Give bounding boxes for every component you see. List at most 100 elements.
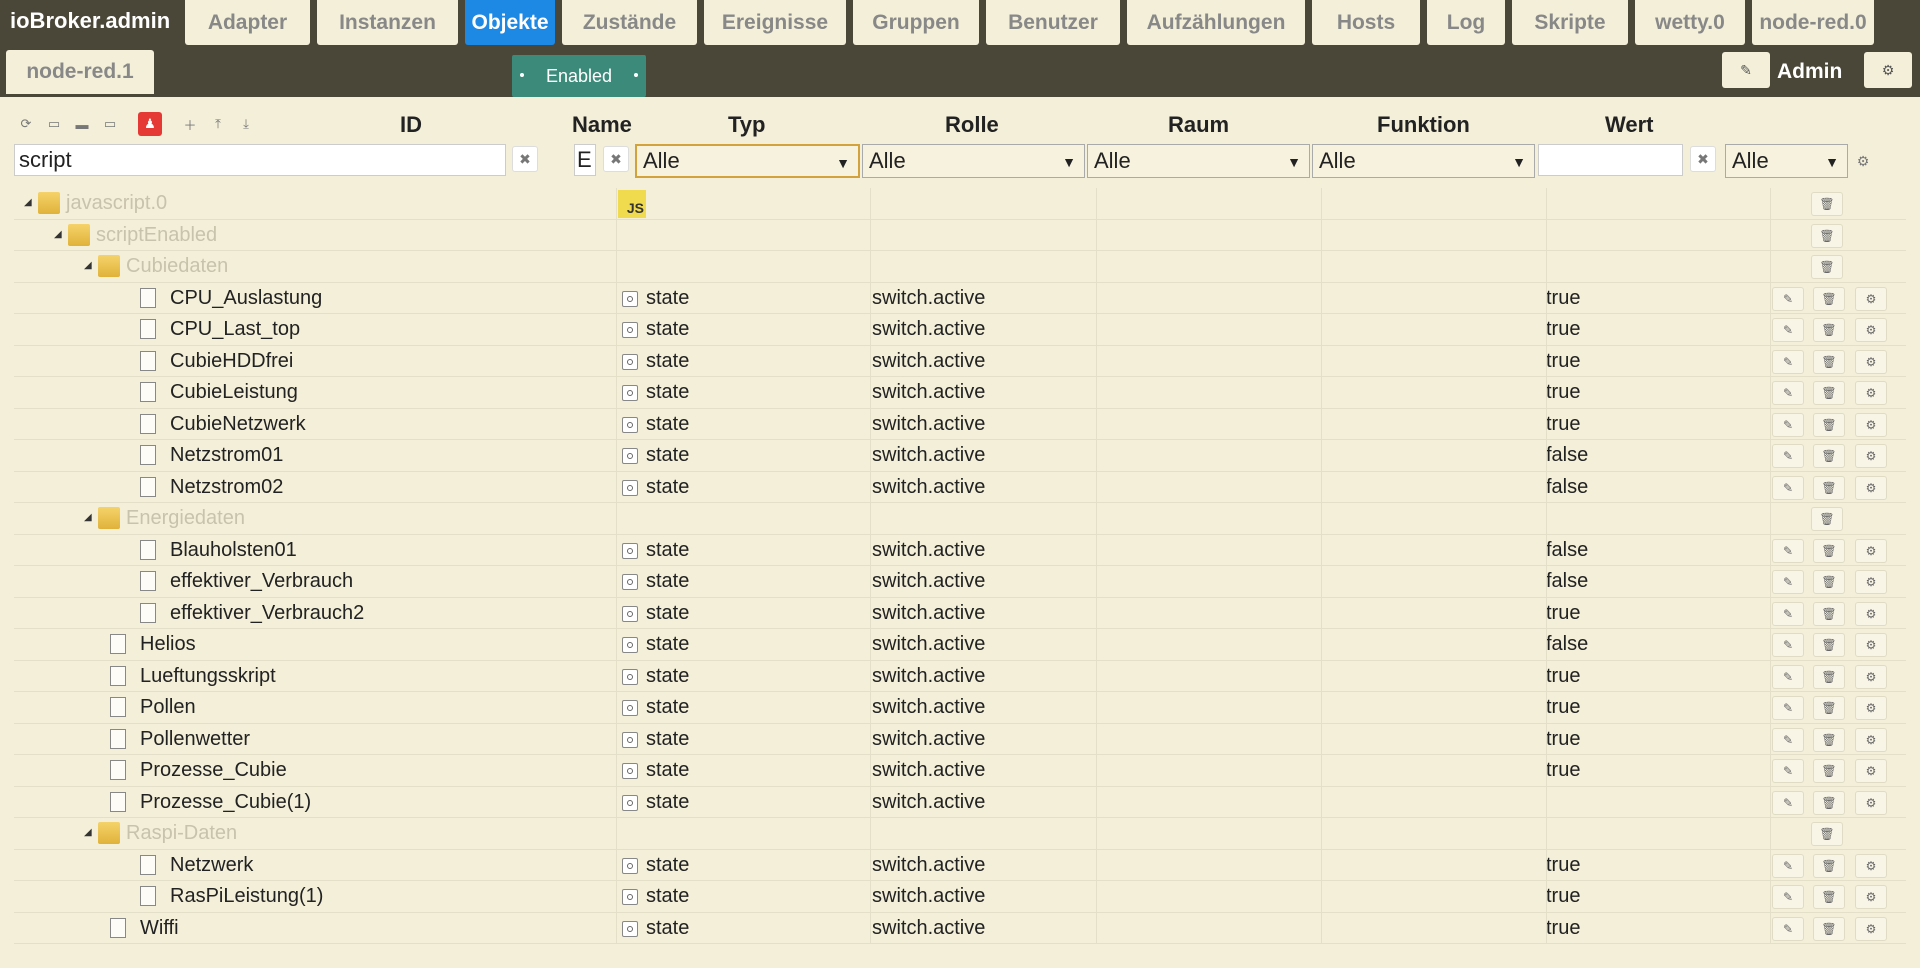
gear-button[interactable]: ⚙ <box>1855 759 1887 783</box>
gear-button[interactable]: ⚙ <box>1855 853 1887 878</box>
object-value[interactable]: true <box>1546 759 1580 782</box>
edit-user-button[interactable]: ✎ <box>1722 52 1770 88</box>
trash-button[interactable]: 🗑 <box>1813 885 1845 909</box>
object-value[interactable]: true <box>1546 318 1580 341</box>
tree-state-row[interactable]: CPU_Auslastung state switch.active true ✎ 🗑 ⚙ <box>14 282 1906 314</box>
object-value[interactable]: true <box>1546 696 1580 719</box>
tree-state-row[interactable]: Lueftungsskript state switch.active true ✎ 🗑 ⚙ <box>14 660 1906 692</box>
tree-folder-row[interactable]: ◢ javascript.0 JS 🗑 <box>14 188 1906 220</box>
tree-state-row[interactable]: RasPiLeistung(1) state switch.active true ✎ 🗑… <box>14 881 1906 913</box>
pencil-button[interactable]: ✎ <box>1772 633 1804 657</box>
pencil-button[interactable]: ✎ <box>1772 570 1804 594</box>
tree-state-row[interactable]: Helios state switch.active false ✎ 🗑 ⚙ <box>14 629 1906 661</box>
pencil-button[interactable]: ✎ <box>1772 727 1804 752</box>
expand-caret-icon[interactable]: ◢ <box>54 229 62 240</box>
pencil-button[interactable]: ✎ <box>1772 853 1804 878</box>
tree-state-row[interactable]: effektiver_Verbrauch state switch.active fa… <box>14 566 1906 598</box>
object-value[interactable]: false <box>1546 570 1588 593</box>
enabled-toggle[interactable]: Enabled <box>512 55 646 97</box>
pencil-button[interactable]: ✎ <box>1772 538 1804 563</box>
trash-button[interactable]: 🗑 <box>1813 318 1845 342</box>
trash-button[interactable]: 🗑 <box>1813 475 1845 500</box>
tab-node-red-0[interactable]: node-red.0 <box>1752 0 1874 45</box>
clear-id-filter-button[interactable]: ✖ <box>512 146 538 172</box>
object-value[interactable]: true <box>1546 287 1580 310</box>
trash-button[interactable]: 🗑 <box>1811 223 1843 248</box>
object-value[interactable]: true <box>1546 381 1580 404</box>
tree-state-row[interactable]: Blauholsten01 state switch.active false ✎ 🗑 ⚙ <box>14 534 1906 566</box>
tab-instanzen[interactable]: Instanzen <box>317 0 458 45</box>
gear-button[interactable]: ⚙ <box>1855 318 1887 342</box>
function-filter-select[interactable]: Alle ▼ <box>1312 144 1535 178</box>
settings-button[interactable]: ⚙ <box>1864 52 1912 88</box>
gear-button[interactable]: ⚙ <box>1855 664 1887 689</box>
gear-button[interactable]: ⚙ <box>1855 412 1887 437</box>
object-value[interactable]: true <box>1546 665 1580 688</box>
extra-filter-select[interactable]: Alle ▼ <box>1725 144 1848 178</box>
gear-button[interactable]: ⚙ <box>1855 349 1887 374</box>
trash-button[interactable]: 🗑 <box>1813 727 1845 752</box>
trash-button[interactable]: 🗑 <box>1813 790 1845 815</box>
object-value[interactable]: false <box>1546 444 1588 467</box>
trash-button[interactable]: 🗑 <box>1813 381 1845 405</box>
tree-state-row[interactable]: effektiver_Verbrauch2 state switch.active t… <box>14 597 1906 629</box>
pencil-button[interactable]: ✎ <box>1772 381 1804 405</box>
gear-button[interactable]: ⚙ <box>1855 916 1887 941</box>
pencil-button[interactable]: ✎ <box>1772 759 1804 783</box>
plus-icon[interactable]: ＋ <box>178 112 202 136</box>
tab-aufz-hlungen[interactable]: Aufzählungen <box>1127 0 1305 45</box>
expand-caret-icon[interactable]: ◢ <box>84 827 92 838</box>
tree-folder-row[interactable]: ◢ Raspi-Daten 🗑 <box>14 818 1906 850</box>
gear-button[interactable]: ⚙ <box>1855 790 1887 815</box>
expand-caret-icon[interactable]: ◢ <box>84 512 92 523</box>
object-value[interactable]: true <box>1546 413 1580 436</box>
tree-state-row[interactable]: CubieHDDfrei state switch.active true ✎ 🗑 ⚙ <box>14 345 1906 377</box>
role-filter-select[interactable]: Alle ▼ <box>862 144 1085 178</box>
tree-folder-row[interactable]: ◢ scriptEnabled 🗑 <box>14 219 1906 251</box>
type-filter-select[interactable]: Alle ▼ <box>635 144 860 178</box>
object-value[interactable]: false <box>1546 539 1588 562</box>
tree-state-row[interactable]: Netzwerk state switch.active true ✎ 🗑 ⚙ <box>14 849 1906 881</box>
tree-state-row[interactable]: Prozesse_Cubie(1) state switch.active ✎ 🗑 ⚙ <box>14 786 1906 818</box>
tree-state-row[interactable]: Netzstrom01 state switch.active false ✎ 🗑 ⚙ <box>14 440 1906 472</box>
tree-folder-row[interactable]: ◢ Cubiedaten 🗑 <box>14 251 1906 283</box>
tab-adapter[interactable]: Adapter <box>185 0 310 45</box>
tab-node-red-1[interactable]: node-red.1 <box>6 50 154 94</box>
tab-log[interactable]: Log <box>1427 0 1505 45</box>
trash-button[interactable]: 🗑 <box>1813 759 1845 783</box>
tab-skripte[interactable]: Skripte <box>1512 0 1628 45</box>
collapse-icon[interactable]: ▭ <box>42 112 66 136</box>
gear-button[interactable]: ⚙ <box>1855 570 1887 594</box>
folder-open-icon[interactable]: ▭ <box>98 112 122 136</box>
pencil-button[interactable]: ✎ <box>1772 286 1804 311</box>
object-value[interactable]: true <box>1546 885 1580 908</box>
gear-button[interactable]: ⚙ <box>1855 444 1887 468</box>
pencil-button[interactable]: ✎ <box>1772 664 1804 689</box>
clear-name-filter-button[interactable]: ✖ <box>603 146 629 172</box>
object-value[interactable]: true <box>1546 602 1580 625</box>
pencil-button[interactable]: ✎ <box>1772 349 1804 374</box>
expand-caret-icon[interactable]: ◢ <box>24 197 32 208</box>
tree-state-row[interactable]: Netzstrom02 state switch.active false ✎ 🗑 ⚙ <box>14 471 1906 503</box>
pencil-button[interactable]: ✎ <box>1772 475 1804 500</box>
tree-state-row[interactable]: CubieNetzwerk state switch.active true ✎ 🗑 ⚙ <box>14 408 1906 440</box>
object-value[interactable]: true <box>1546 728 1580 751</box>
trash-button[interactable]: 🗑 <box>1813 538 1845 563</box>
trash-button[interactable]: 🗑 <box>1813 916 1845 941</box>
trash-button[interactable]: 🗑 <box>1813 633 1845 657</box>
gear-button[interactable]: ⚙ <box>1855 696 1887 720</box>
pencil-button[interactable]: ✎ <box>1772 885 1804 909</box>
tree-state-row[interactable]: Pollen state switch.active true ✎ 🗑 ⚙ <box>14 692 1906 724</box>
tree-state-row[interactable]: Wiffi state switch.active true ✎ 🗑 ⚙ <box>14 912 1906 944</box>
trash-button[interactable]: 🗑 <box>1813 286 1845 311</box>
room-filter-select[interactable]: Alle ▼ <box>1087 144 1310 178</box>
trash-button[interactable]: 🗑 <box>1813 444 1845 468</box>
user-icon[interactable]: ♟ <box>138 112 162 136</box>
download-icon[interactable]: ⤓ <box>234 112 258 136</box>
object-value[interactable]: true <box>1546 917 1580 940</box>
object-value[interactable]: false <box>1546 633 1588 656</box>
trash-button[interactable]: 🗑 <box>1813 601 1845 626</box>
clear-value-filter-button[interactable]: ✖ <box>1690 146 1716 172</box>
gear-button[interactable]: ⚙ <box>1855 475 1887 500</box>
tab-hosts[interactable]: Hosts <box>1312 0 1420 45</box>
